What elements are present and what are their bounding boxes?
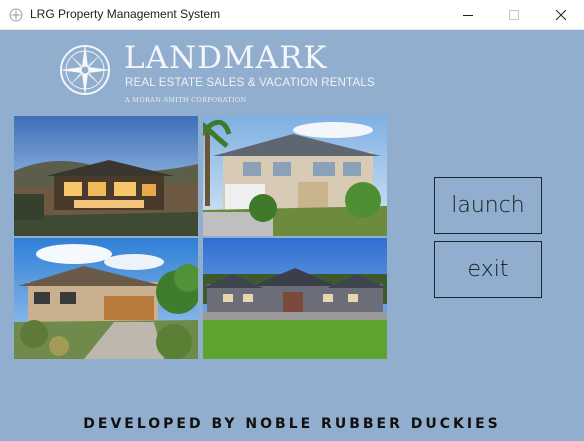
maximize-icon	[509, 10, 519, 20]
title-bar: LRG Property Management System	[0, 0, 584, 30]
maximize-button[interactable]	[491, 0, 537, 30]
developer-credit: DEVELOPED BY NOBLE RUBBER DUCKIES	[83, 416, 501, 432]
brand-name: LANDMARK	[124, 40, 328, 76]
app-compass-icon	[8, 7, 24, 23]
photo-two-story-house	[203, 116, 387, 236]
brand-subtag: A MORAN-SMITH CORPORATION	[125, 96, 247, 104]
close-button[interactable]	[538, 0, 584, 30]
landmark-logo: LANDMARK REAL ESTATE SALES & VACATION RE…	[57, 40, 375, 104]
photo-craftsman-house	[14, 238, 198, 359]
compass-rose-icon	[59, 44, 111, 96]
launch-button[interactable]: launch	[434, 177, 542, 234]
main-window-content: LANDMARK REAL ESTATE SALES & VACATION RE…	[0, 30, 584, 441]
minimize-icon	[463, 15, 473, 16]
minimize-button[interactable]	[445, 0, 491, 30]
window-title: LRG Property Management System	[30, 7, 221, 21]
exit-button[interactable]: exit	[434, 241, 542, 298]
brand-tagline: REAL ESTATE SALES & VACATION RENTALS	[125, 77, 375, 89]
photo-large-estate	[203, 238, 387, 359]
close-icon	[555, 9, 567, 21]
photo-modern-hillside-home	[14, 116, 198, 236]
